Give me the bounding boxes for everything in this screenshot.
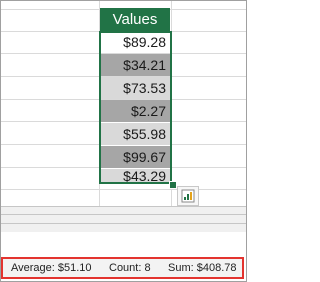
value-cell[interactable]: $73.53	[100, 77, 170, 99]
status-count[interactable]: Count: 8	[109, 259, 151, 277]
value-cell[interactable]: $55.98	[100, 123, 170, 145]
status-sum[interactable]: Sum: $408.78	[168, 259, 237, 277]
value-cell[interactable]: $99.67	[100, 146, 170, 168]
spreadsheet-window: Values $89.28 $34.21 $73.53 $2.27 $55.98…	[0, 0, 247, 282]
status-average[interactable]: Average: $51.10	[11, 259, 92, 277]
column-header-cell[interactable]: Values	[100, 8, 170, 31]
value-cell[interactable]: $89.28	[100, 31, 170, 53]
quick-analysis-icon	[181, 189, 195, 203]
value-cell[interactable]: $34.21	[100, 54, 170, 76]
value-cell[interactable]: $2.27	[100, 100, 170, 122]
value-cell[interactable]: $43.29	[100, 169, 170, 184]
fill-handle[interactable]	[169, 181, 177, 189]
status-bar: Average: $51.10 Count: 8 Sum: $408.78	[1, 257, 244, 279]
worksheet-grid[interactable]: Values $89.28 $34.21 $73.53 $2.27 $55.98…	[1, 1, 246, 206]
sheet-tabs-area	[1, 206, 246, 232]
quick-analysis-button[interactable]	[177, 186, 199, 206]
